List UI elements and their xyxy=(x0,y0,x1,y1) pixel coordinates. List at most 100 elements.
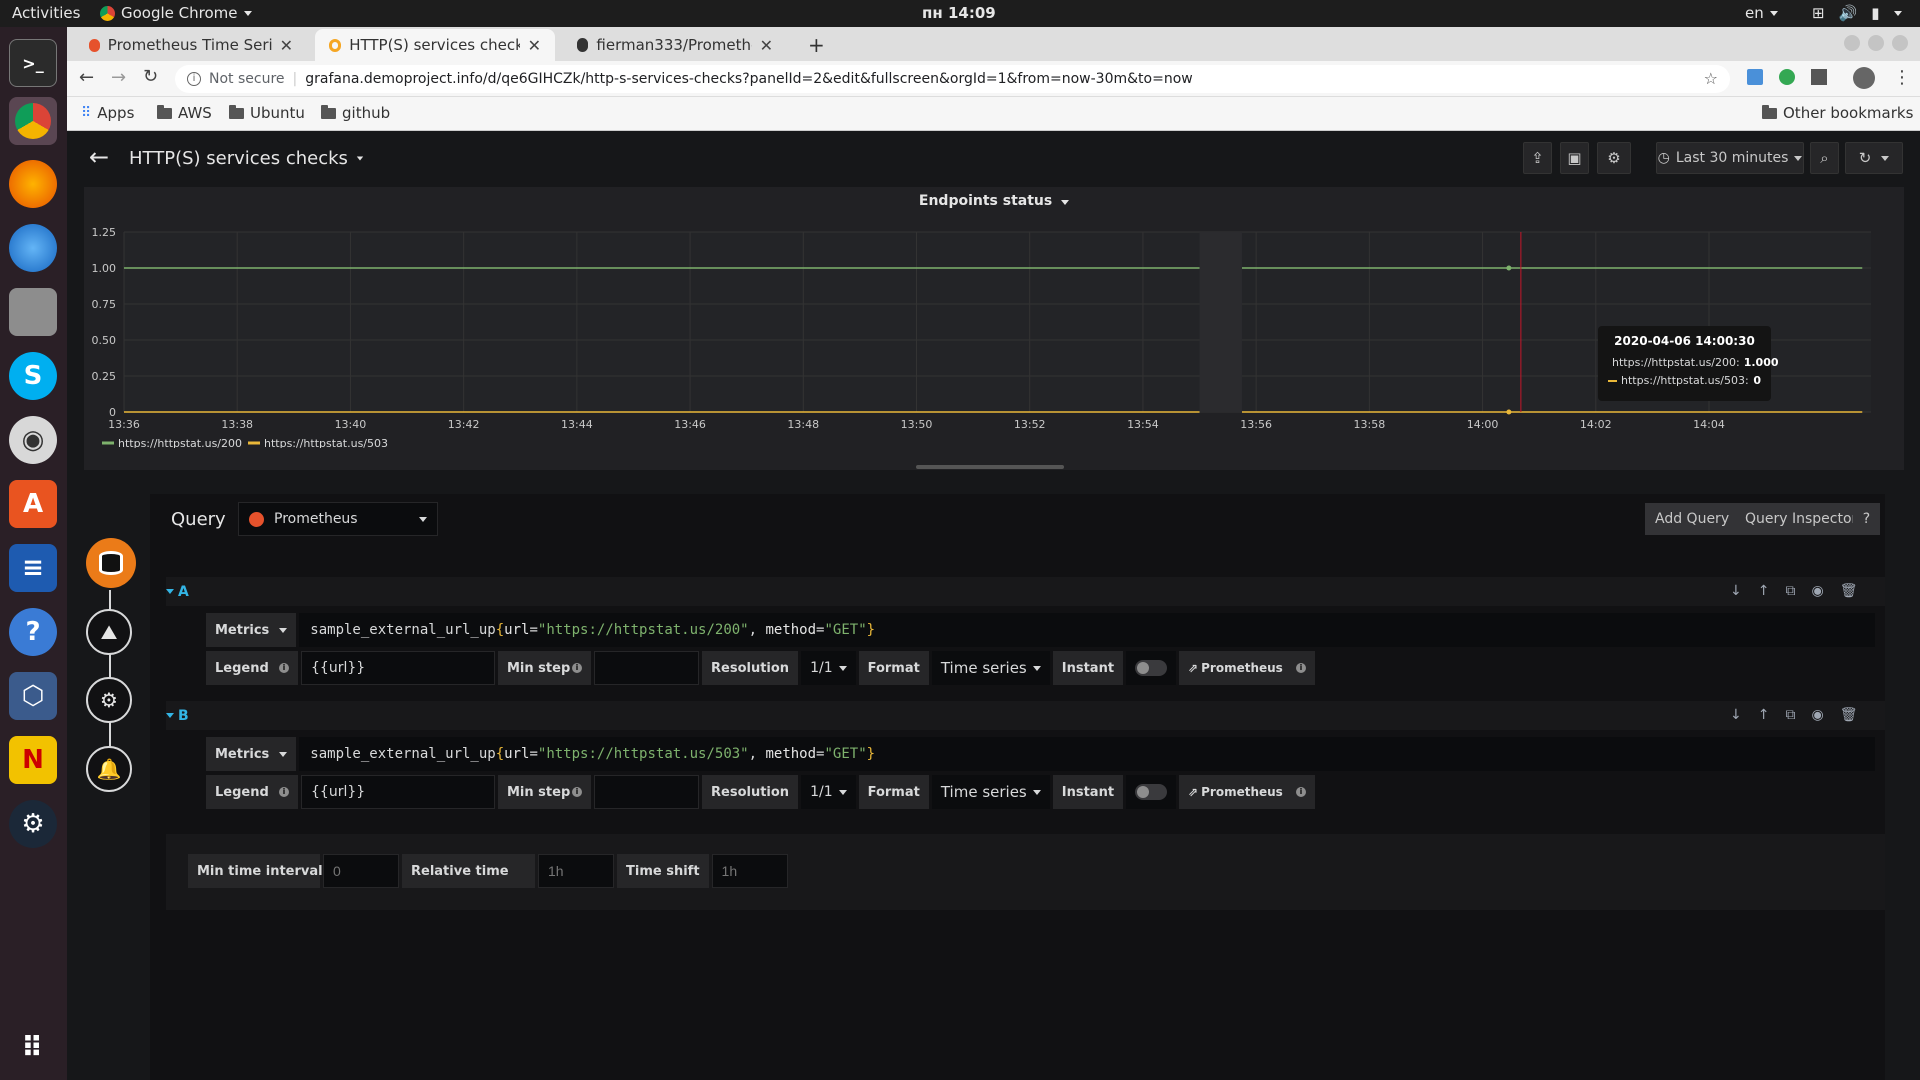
settings-gear-icon[interactable]: ⚙ xyxy=(1597,142,1631,174)
virtualbox-icon[interactable]: ⬡ xyxy=(9,672,57,720)
shield-icon[interactable] xyxy=(1779,69,1795,85)
writer-icon[interactable]: ≡ xyxy=(9,544,57,592)
datasource-select[interactable]: Prometheus xyxy=(238,502,438,536)
help-icon[interactable]: ? xyxy=(9,608,57,656)
info-icon[interactable]: i xyxy=(572,663,582,673)
files-icon[interactable] xyxy=(9,288,57,336)
info-icon[interactable]: i xyxy=(279,787,289,797)
general-settings-icon[interactable]: ⚙ xyxy=(86,677,132,723)
legend-input[interactable]: {{url}} xyxy=(301,775,495,809)
chrome-launcher-icon[interactable] xyxy=(9,97,57,145)
eye-icon[interactable]: ◉ xyxy=(1811,707,1823,723)
bookmark-aws[interactable]: AWS xyxy=(157,104,212,122)
address-bar[interactable]: i Not secure | grafana.demoproject.info/… xyxy=(175,65,1730,93)
tab-prometheus[interactable]: Prometheus Time Series C✕ xyxy=(75,29,307,61)
forward-icon[interactable]: → xyxy=(111,67,126,88)
back-arrow-icon[interactable]: ← xyxy=(89,143,109,171)
min-step-input[interactable] xyxy=(594,651,699,685)
qr-extension-icon[interactable] xyxy=(1811,69,1827,85)
save-icon[interactable]: ▣ xyxy=(1560,142,1589,174)
trash-icon[interactable]: 🗑 xyxy=(1840,707,1858,723)
close-tab-icon[interactable]: ✕ xyxy=(280,36,293,55)
min-step-input[interactable] xyxy=(594,775,699,809)
minimize-icon[interactable] xyxy=(1844,35,1860,51)
panel-resize-handle[interactable] xyxy=(916,465,1064,469)
rhythmbox-icon[interactable]: ◉ xyxy=(9,416,57,464)
bookmark-other[interactable]: Other bookmarks xyxy=(1762,104,1913,122)
relative-time-input[interactable] xyxy=(538,854,614,888)
reload-icon[interactable]: ↻ xyxy=(143,66,158,87)
bookmark-ubuntu[interactable]: Ubuntu xyxy=(229,104,305,122)
terminal-icon[interactable]: >_ xyxy=(9,39,57,87)
bookmark-github[interactable]: github xyxy=(321,104,390,122)
maximize-icon[interactable] xyxy=(1868,35,1884,51)
menu-icon[interactable]: ⋮ xyxy=(1893,67,1911,88)
alert-bell-icon[interactable]: 🔔 xyxy=(86,746,132,792)
tab-github[interactable]: fierman333/PrometheusE✕ xyxy=(563,29,787,61)
refresh-button[interactable]: ↻ xyxy=(1845,142,1903,174)
move-up-icon[interactable]: ↑ xyxy=(1758,583,1770,599)
close-window-icon[interactable] xyxy=(1892,35,1908,51)
back-icon[interactable]: ← xyxy=(79,67,94,88)
query-b-toggle[interactable]: B xyxy=(166,701,189,730)
close-tab-icon[interactable]: ✕ xyxy=(760,36,773,55)
info-icon[interactable]: i xyxy=(572,787,582,797)
firefox-icon[interactable] xyxy=(9,160,57,208)
move-up-icon[interactable]: ↑ xyxy=(1758,707,1770,723)
eye-icon[interactable]: ◉ xyxy=(1811,583,1823,599)
time-shift-input[interactable] xyxy=(711,854,788,888)
dashboard-title[interactable]: HTTP(S) services checks xyxy=(129,148,364,169)
skype-icon[interactable]: S xyxy=(9,352,57,400)
avatar[interactable] xyxy=(1853,67,1875,89)
norton-icon[interactable]: N xyxy=(9,736,57,784)
duplicate-icon[interactable]: ⧉ xyxy=(1785,707,1795,723)
format-select[interactable]: Time series xyxy=(931,651,1050,685)
system-tray[interactable]: ⊞ 🔊 ▮ xyxy=(1812,4,1902,22)
query-inspector-button[interactable]: Query Inspector xyxy=(1735,503,1868,535)
instant-toggle[interactable] xyxy=(1126,651,1177,685)
query-expression-input[interactable]: sample_external_url_up{url = "https://http… xyxy=(299,613,1876,647)
query-expression-input[interactable]: sample_external_url_up{url = "https://http… xyxy=(299,737,1876,771)
queries-tab-button[interactable] xyxy=(86,538,136,588)
zoom-out-icon[interactable]: ⌕ xyxy=(1810,142,1839,174)
format-select[interactable]: Time series xyxy=(931,775,1050,809)
bookmark-apps[interactable]: ⠿ Apps xyxy=(81,104,134,122)
legend-input[interactable]: {{url}} xyxy=(301,651,495,685)
show-apps-icon[interactable]: ⠿ xyxy=(9,1023,57,1071)
software-center-icon[interactable]: A xyxy=(9,480,57,528)
share-icon[interactable]: ⇪ xyxy=(1523,142,1552,174)
add-query-button[interactable]: Add Query xyxy=(1645,503,1740,535)
extension-icon[interactable] xyxy=(1747,69,1763,85)
app-menu[interactable]: Google Chrome xyxy=(100,4,252,22)
time-picker[interactable]: ◷ Last 30 minutes xyxy=(1656,142,1804,174)
visualization-icon[interactable]: ⛰ xyxy=(86,609,132,655)
external-link-icon: ⇗ xyxy=(1188,785,1199,799)
metrics-dropdown[interactable]: Metrics xyxy=(206,613,297,647)
info-icon[interactable]: i xyxy=(1296,663,1307,673)
metrics-dropdown[interactable]: Metrics xyxy=(206,737,297,771)
resolution-select[interactable]: 1/1 xyxy=(801,775,856,809)
info-icon[interactable]: i xyxy=(279,663,289,673)
info-icon[interactable]: i xyxy=(1296,787,1307,797)
trash-icon[interactable]: 🗑 xyxy=(1840,583,1858,599)
panel-title[interactable]: Endpoints status xyxy=(84,193,1904,209)
close-tab-icon[interactable]: ✕ xyxy=(528,36,541,55)
duplicate-icon[interactable]: ⧉ xyxy=(1785,583,1795,599)
help-button[interactable]: ? xyxy=(1853,503,1880,535)
new-tab-icon[interactable]: + xyxy=(794,29,834,61)
thunderbird-icon[interactable] xyxy=(9,224,57,272)
min-interval-input[interactable] xyxy=(323,854,399,888)
instant-toggle[interactable] xyxy=(1126,775,1177,809)
prometheus-help-link[interactable]: ⇗ Prometheus i xyxy=(1179,651,1316,685)
move-down-icon[interactable]: ↓ xyxy=(1730,583,1742,599)
move-down-icon[interactable]: ↓ xyxy=(1730,707,1742,723)
language-indicator[interactable]: en xyxy=(1745,4,1778,22)
resolution-select[interactable]: 1/1 xyxy=(801,651,856,685)
clock[interactable]: пн 14:09 xyxy=(922,4,996,22)
prometheus-help-link[interactable]: ⇗ Prometheus i xyxy=(1179,775,1316,809)
bookmark-star-icon[interactable]: ☆ xyxy=(1704,69,1718,88)
tab-grafana[interactable]: HTTP(S) services checks -✕ xyxy=(315,29,555,61)
steam-icon[interactable]: ⚙ xyxy=(9,800,57,848)
query-a-toggle[interactable]: A xyxy=(166,577,189,606)
activities-button[interactable]: Activities xyxy=(12,4,80,22)
